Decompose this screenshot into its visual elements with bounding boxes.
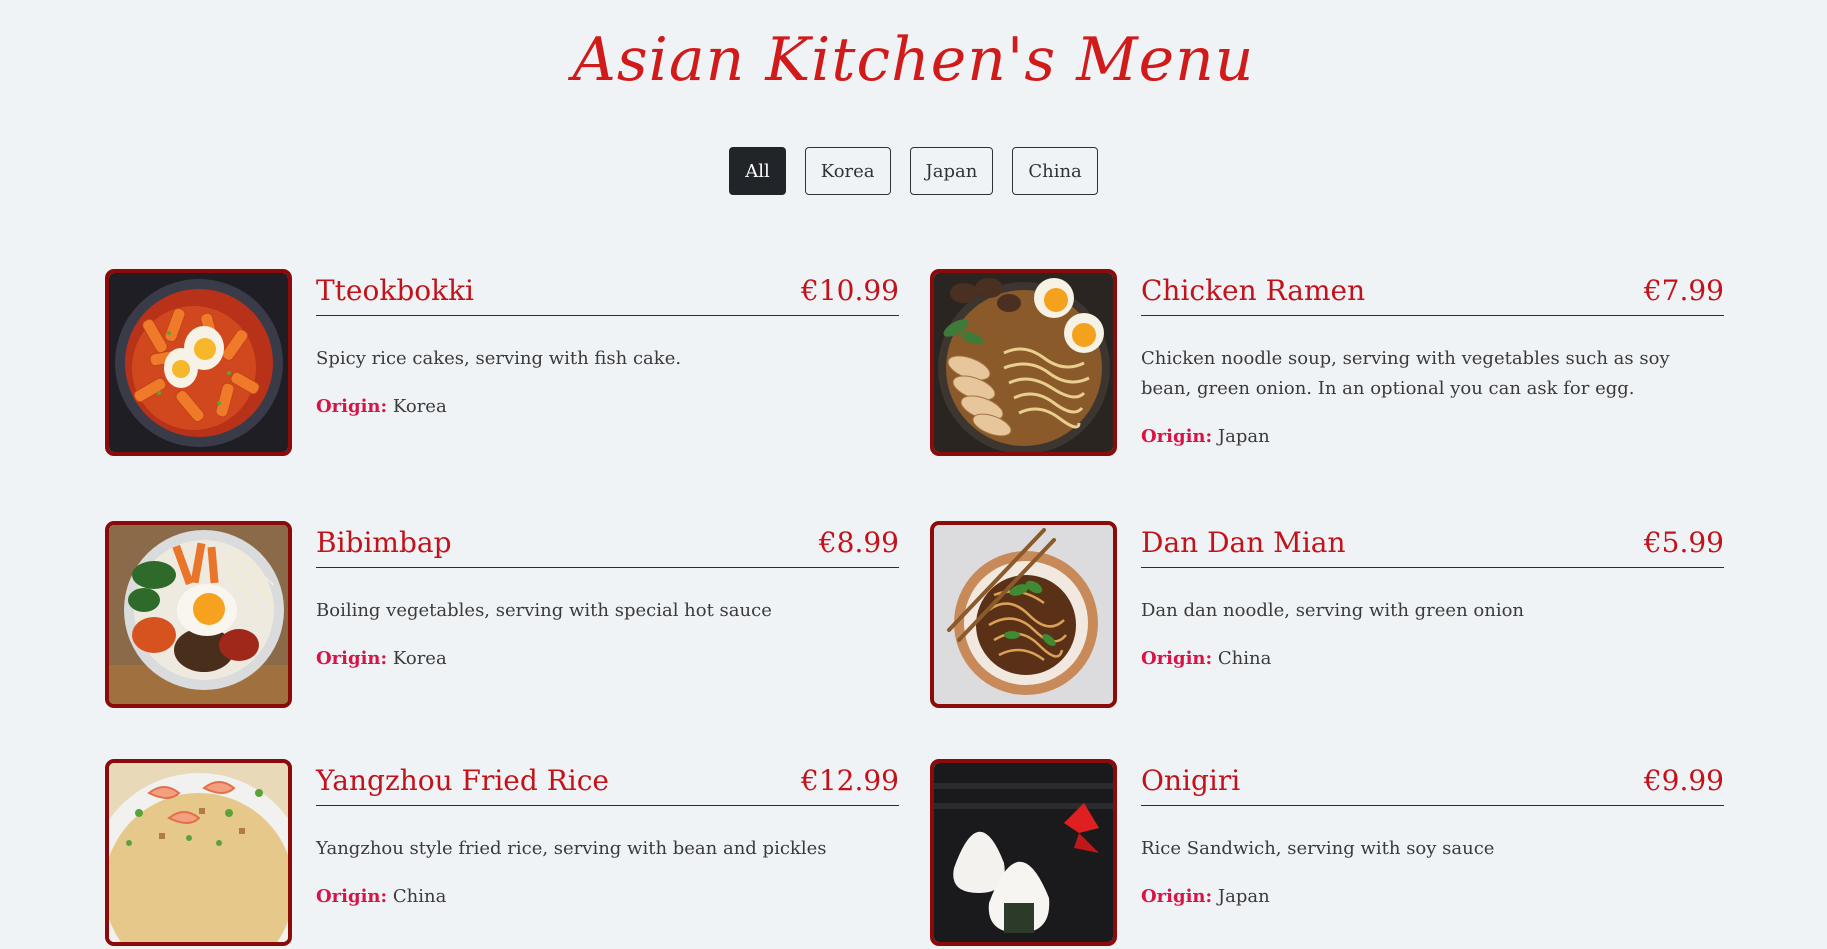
origin-value: China	[392, 886, 447, 907]
menu-item-description: Yangzhou style fried rice, serving with …	[316, 838, 827, 859]
menu-item: Chicken Ramen €7.99 Chicken noodle soup,…	[930, 269, 1725, 459]
menu-item-origin: Origin: Japan	[1141, 424, 1724, 450]
page-title: Asian Kitchen's Menu	[572, 25, 1255, 95]
origin-value: Korea	[392, 396, 447, 417]
menu-item-price: €9.99	[1643, 764, 1724, 797]
filter-bar: All Korea Japan China	[0, 147, 1827, 195]
origin-label: Origin:	[1141, 886, 1213, 907]
dan-dan-mian-photo	[930, 521, 1117, 708]
menu-item: Dan Dan Mian €5.99 Dan dan noodle, servi…	[930, 521, 1725, 711]
origin-value: Japan	[1217, 886, 1270, 907]
menu-item-description: Rice Sandwich, serving with soy sauce	[1141, 838, 1495, 859]
menu-item-origin: Origin: Korea	[316, 646, 899, 672]
menu-item-price: €10.99	[801, 274, 899, 307]
filter-japan-button[interactable]: Japan	[909, 147, 994, 195]
menu-item-name: Tteokbokki	[316, 274, 474, 307]
filter-korea-button[interactable]: Korea	[804, 147, 891, 195]
menu-item-price: €8.99	[818, 526, 899, 559]
menu-item-origin: Origin: China	[1141, 646, 1724, 672]
yangzhou-fried-rice-photo	[105, 759, 292, 946]
origin-value: Japan	[1217, 426, 1270, 447]
menu-item-header: Dan Dan Mian €5.99	[1141, 521, 1724, 568]
origin-value: Korea	[392, 648, 447, 669]
menu-item-info: Chicken Ramen €7.99 Chicken noodle soup,…	[1141, 269, 1724, 450]
menu-item-header: Tteokbokki €10.99	[316, 269, 899, 316]
origin-label: Origin:	[1141, 426, 1213, 447]
menu-item-header: Yangzhou Fried Rice €12.99	[316, 759, 899, 806]
menu-item-price: €12.99	[801, 764, 899, 797]
menu-item-info: Bibimbap €8.99 Boiling vegetables, servi…	[316, 521, 899, 672]
menu-item-header: Chicken Ramen €7.99	[1141, 269, 1724, 316]
menu-item-origin: Origin: Korea	[316, 394, 899, 420]
menu-item-name: Yangzhou Fried Rice	[316, 764, 609, 797]
origin-label: Origin:	[316, 396, 388, 417]
menu-item: Tteokbokki €10.99 Spicy rice cakes, serv…	[105, 269, 900, 459]
menu-item-description: Spicy rice cakes, serving with fish cake…	[316, 348, 682, 369]
menu-item: Onigiri €9.99 Rice Sandwich, serving wit…	[930, 759, 1725, 949]
menu-item-info: Tteokbokki €10.99 Spicy rice cakes, serv…	[316, 269, 899, 420]
menu-item-info: Dan Dan Mian €5.99 Dan dan noodle, servi…	[1141, 521, 1724, 672]
menu-item-info: Yangzhou Fried Rice €12.99 Yangzhou styl…	[316, 759, 899, 910]
menu-item-name: Dan Dan Mian	[1141, 526, 1346, 559]
origin-label: Origin:	[1141, 648, 1213, 669]
filter-all-button[interactable]: All	[729, 147, 786, 195]
origin-label: Origin:	[316, 886, 388, 907]
filter-china-button[interactable]: China	[1012, 147, 1098, 195]
menu-item-name: Onigiri	[1141, 764, 1241, 797]
origin-label: Origin:	[316, 648, 388, 669]
origin-value: China	[1217, 648, 1272, 669]
menu-item-info: Onigiri €9.99 Rice Sandwich, serving wit…	[1141, 759, 1724, 910]
menu-item-description: Chicken noodle soup, serving with vegeta…	[1141, 348, 1670, 399]
menu-item-name: Chicken Ramen	[1141, 274, 1366, 307]
menu-item: Bibimbap €8.99 Boiling vegetables, servi…	[105, 521, 900, 711]
menu-item: Yangzhou Fried Rice €12.99 Yangzhou styl…	[105, 759, 900, 949]
menu-item-description: Dan dan noodle, serving with green onion	[1141, 600, 1525, 621]
menu-item-origin: Origin: China	[316, 884, 899, 910]
chicken-ramen-photo	[930, 269, 1117, 456]
menu-item-price: €5.99	[1643, 526, 1724, 559]
menu-item-description: Boiling vegetables, serving with special…	[316, 600, 772, 621]
menu-item-origin: Origin: Japan	[1141, 884, 1724, 910]
onigiri-photo	[930, 759, 1117, 946]
menu-item-name: Bibimbap	[316, 526, 452, 559]
menu-item-header: Onigiri €9.99	[1141, 759, 1724, 806]
menu-item-header: Bibimbap €8.99	[316, 521, 899, 568]
menu-item-price: €7.99	[1643, 274, 1724, 307]
bibimbap-photo	[105, 521, 292, 708]
tteokbokki-photo	[105, 269, 292, 456]
